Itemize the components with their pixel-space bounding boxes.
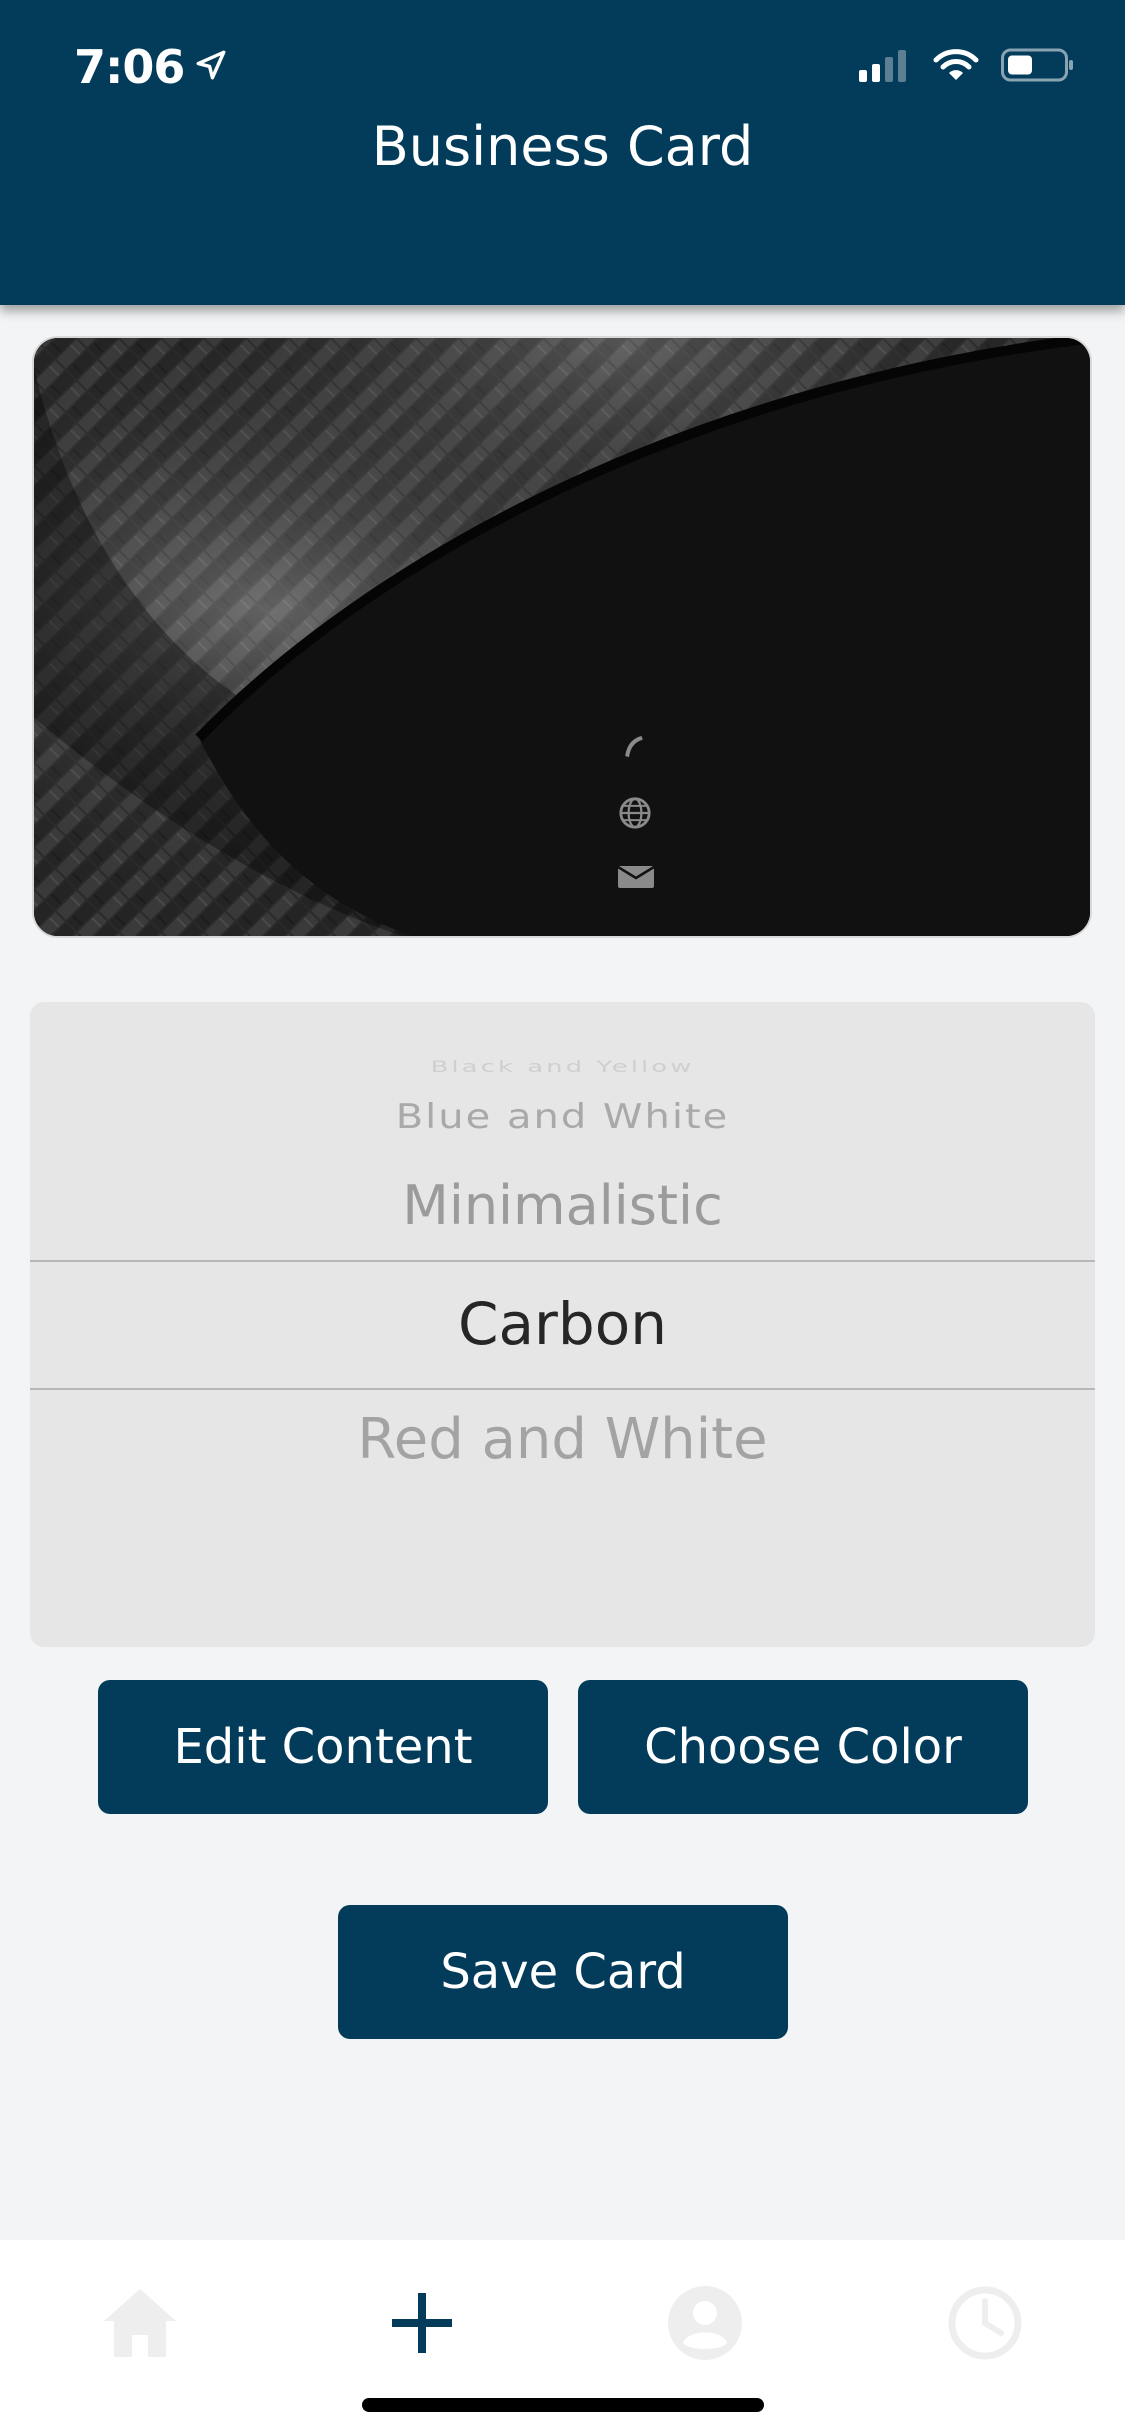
navigation-header: 7:06 Business Card bbox=[0, 0, 1125, 305]
tab-home[interactable] bbox=[80, 2270, 200, 2380]
status-time: 7:06 bbox=[74, 40, 185, 94]
cellular-signal-icon bbox=[859, 48, 911, 87]
battery-icon bbox=[1001, 48, 1075, 87]
edit-content-button[interactable]: Edit Content bbox=[98, 1680, 548, 1814]
tab-history[interactable] bbox=[925, 2270, 1045, 2380]
location-arrow-icon bbox=[194, 48, 228, 87]
tab-create[interactable] bbox=[362, 2270, 482, 2380]
status-bar-left: 7:06 bbox=[74, 40, 228, 94]
home-indicator bbox=[362, 2398, 764, 2412]
home-icon bbox=[100, 2285, 180, 2366]
picker-selection-line-bottom bbox=[30, 1388, 1095, 1390]
wifi-icon bbox=[933, 48, 979, 87]
page-title: Business Card bbox=[371, 115, 754, 178]
template-picker[interactable]: Black and Yellow Blue and White Minimali… bbox=[30, 1002, 1095, 1647]
user-icon bbox=[667, 2285, 743, 2366]
save-card-button[interactable]: Save Card bbox=[338, 1905, 788, 2039]
picker-option[interactable]: Black and Yellow bbox=[30, 1058, 1095, 1076]
tab-profile[interactable] bbox=[645, 2270, 765, 2380]
business-card-preview bbox=[32, 336, 1092, 938]
picker-option[interactable]: Blue and White bbox=[30, 1097, 1095, 1136]
status-bar-right bbox=[859, 48, 1075, 87]
picker-option[interactable]: Red and White bbox=[30, 1407, 1095, 1472]
picker-option[interactable]: Minimalistic bbox=[30, 1174, 1095, 1237]
clock-icon bbox=[947, 2285, 1023, 2366]
choose-color-button[interactable]: Choose Color bbox=[578, 1680, 1028, 1814]
picker-option-selected[interactable]: Carbon bbox=[30, 1290, 1095, 1358]
plus-icon bbox=[390, 2291, 454, 2360]
picker-selection-line-top bbox=[30, 1260, 1095, 1262]
